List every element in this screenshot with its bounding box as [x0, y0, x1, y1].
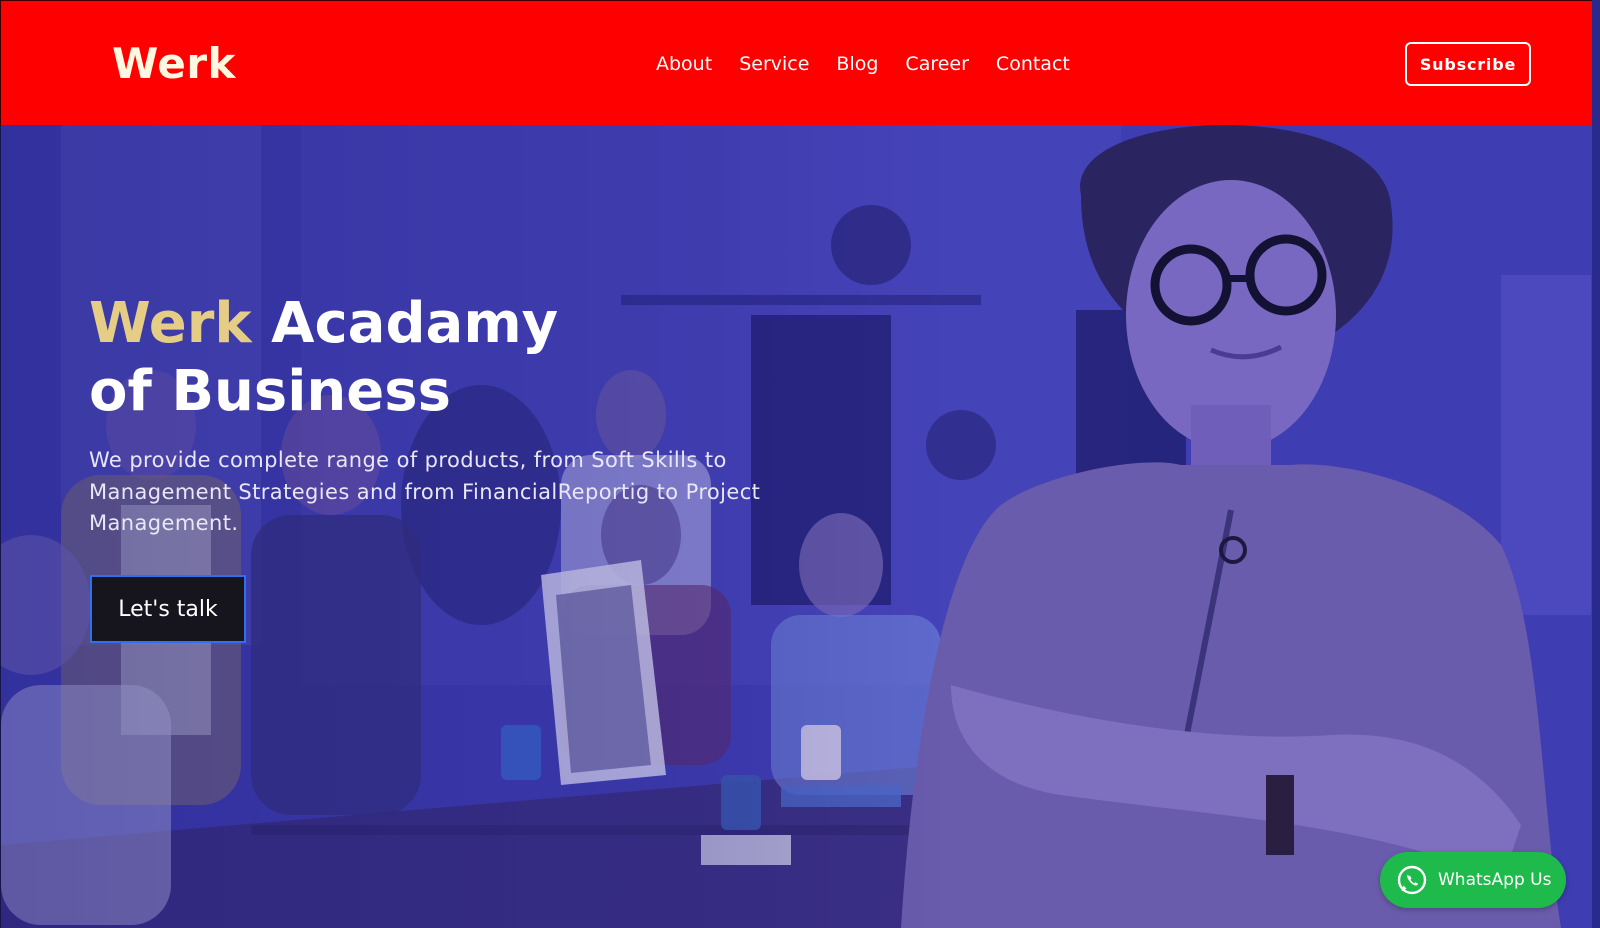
whatsapp-icon: [1397, 865, 1427, 895]
site-header: Werk About Service Blog Career Contact S…: [0, 0, 1592, 125]
nav-service[interactable]: Service: [739, 53, 809, 75]
hero-title-line2: of Business: [89, 359, 451, 424]
landing-page: Werk About Service Blog Career Contact S…: [0, 0, 1600, 928]
nav-career[interactable]: Career: [905, 53, 969, 75]
hero-title: Werk Acadamy of Business: [89, 290, 789, 426]
whatsapp-label: WhatsApp Us: [1438, 870, 1552, 890]
nav-contact[interactable]: Contact: [996, 53, 1070, 75]
hero-title-accent: Werk: [89, 291, 252, 356]
hero-section: Werk Acadamy of Business We provide comp…: [0, 125, 1592, 928]
nav-blog[interactable]: Blog: [836, 53, 878, 75]
logo[interactable]: Werk: [112, 39, 236, 88]
nav-about[interactable]: About: [656, 53, 712, 75]
main-nav: About Service Blog Career Contact: [656, 53, 1070, 75]
hero-title-rest: Acadamy: [251, 291, 559, 356]
lets-talk-button[interactable]: Let's talk: [90, 575, 246, 643]
whatsapp-button[interactable]: WhatsApp Us: [1380, 852, 1566, 908]
hero-description: We provide complete range of products, f…: [89, 448, 761, 535]
subscribe-button[interactable]: Subscribe: [1405, 42, 1531, 86]
